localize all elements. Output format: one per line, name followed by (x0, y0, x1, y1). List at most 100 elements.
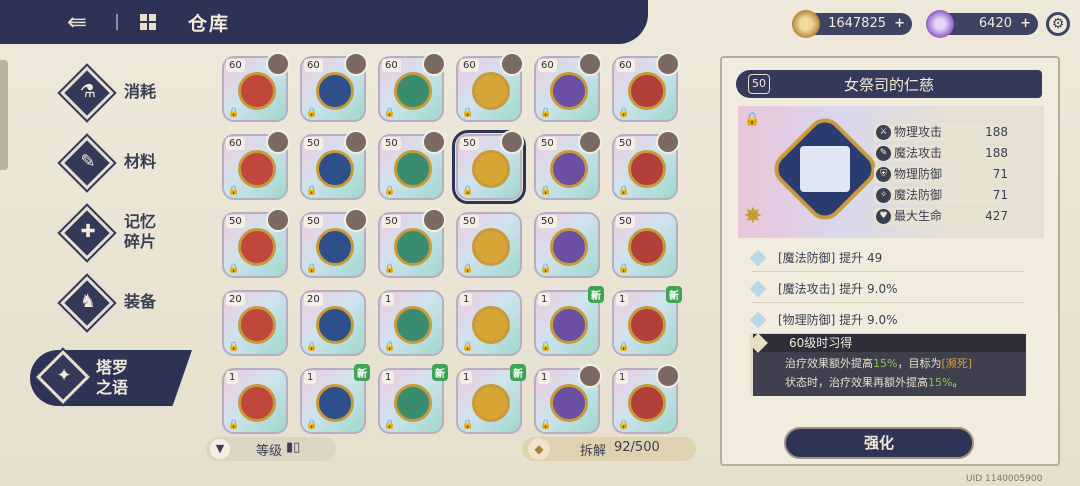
back-arrow-icon[interactable]: ⇚ (60, 8, 94, 36)
stat-icon: ♥ (876, 209, 891, 224)
lock-icon: 🔒 (618, 342, 630, 352)
tarot-card[interactable]: 1 新 🔒 (456, 364, 526, 434)
tarot-card[interactable]: 1 🔒 (456, 290, 522, 356)
uid-label: UID 1140005900 (966, 474, 1043, 484)
stat-name: 魔法防御 (894, 188, 943, 202)
card-level: 1 (538, 293, 551, 306)
card-level: 1 (382, 371, 395, 384)
lock-icon: 🔒 (228, 342, 240, 352)
level-sort-button[interactable]: ▼ 等级 ▮▯ (206, 437, 336, 461)
effect-row: [物理防御] 提升 9.0% (749, 306, 1024, 334)
item-name: 女祭司的仁慈 (843, 76, 934, 94)
character-avatar (578, 52, 602, 76)
add-gem-button[interactable]: + (1020, 13, 1031, 35)
tarot-card[interactable]: 1 新 🔒 (378, 364, 448, 434)
character-avatar (266, 208, 290, 232)
stat-name: 物理防御 (894, 167, 943, 181)
tarot-card[interactable]: 50 🔒 (300, 130, 368, 200)
new-badge: 新 (354, 364, 370, 381)
tarot-card[interactable]: 60 🔒 (222, 52, 290, 122)
effect-text: [魔法攻击] 提升 9.0% (778, 282, 898, 296)
card-level: 50 (226, 215, 245, 228)
tarot-card[interactable]: 50 🔒 (222, 208, 290, 278)
character-avatar (656, 52, 680, 76)
enhance-button[interactable]: 强化 (784, 427, 974, 459)
puzzle-icon: ✚ (80, 221, 96, 242)
lock-icon: 🔒 (540, 420, 552, 430)
lock-icon: 🔒 (462, 342, 474, 352)
tarot-emblem-icon (238, 384, 276, 422)
skill-box: 60级时习得 治疗效果额外提高15%，目标为[濒死] 状态时，治疗效果再额外提高… (748, 333, 1026, 396)
tarot-emblem-icon (316, 150, 354, 188)
card-level: 1 (616, 371, 629, 384)
sidebar-item-tarot[interactable]: ✦ 塔罗 之语 (30, 350, 195, 406)
new-badge: 新 (666, 286, 682, 303)
tarot-card[interactable]: 1 新 🔒 (534, 286, 604, 356)
lock-icon: 🔒 (540, 108, 552, 118)
stat-row: ✎ 魔法攻击 188 (874, 145, 1008, 162)
dismantle-button[interactable]: ◆ 拆解 92/500 (522, 437, 696, 461)
effect-diamond-icon (749, 280, 767, 298)
sidebar-item-label: 装备 (124, 292, 157, 311)
tarot-card[interactable]: 1 🔒 (378, 290, 444, 356)
tarot-card[interactable]: 1 🔒 (612, 364, 680, 434)
tarot-card[interactable]: 20 🔒 (222, 290, 288, 356)
tarot-card[interactable]: 50 🔒 (534, 212, 600, 278)
item-detail-panel: 50 女祭司的仁慈 🔒 ✸ ⚔ 物理攻击 188 ✎ 魔法攻击 188 ⛨ 物理防御 71 ✧ 魔法… (720, 56, 1060, 466)
card-level: 50 (460, 137, 479, 150)
tarot-emblem-icon (238, 72, 276, 110)
tarot-card[interactable]: 60 🔒 (222, 130, 290, 200)
tarot-card[interactable]: 60 🔒 (378, 52, 446, 122)
tarot-emblem-icon (394, 228, 432, 266)
lock-icon[interactable]: 🔒 (744, 112, 760, 127)
tarot-emblem-icon (238, 228, 276, 266)
skill-title: 60级时习得 (753, 334, 1026, 352)
tarot-card[interactable]: 60 🔒 (456, 52, 524, 122)
add-gold-button[interactable]: + (894, 13, 905, 35)
sidebar-item-equipment[interactable]: ♞ 装备 (58, 276, 208, 330)
tarot-card[interactable]: 60 🔒 (612, 52, 680, 122)
tarot-card[interactable]: 50 🔒 (378, 208, 446, 278)
tarot-card[interactable]: 20 🔒 (300, 290, 366, 356)
lock-icon: 🔒 (462, 108, 474, 118)
tarot-card[interactable]: 50 🔒 (300, 208, 368, 278)
tarot-card[interactable]: 50 🔒 (452, 130, 526, 204)
settings-gear-icon[interactable]: ⚙ (1046, 12, 1070, 36)
item-header: 50 女祭司的仁慈 (736, 70, 1042, 98)
potion-icon: ⚗ (79, 81, 97, 102)
tarot-card[interactable]: 1 🔒 (222, 368, 288, 434)
card-level: 1 (304, 371, 317, 384)
tarot-card[interactable]: 60 🔒 (300, 52, 368, 122)
tarot-card[interactable]: 50 🔒 (534, 130, 602, 200)
sidebar-item-memory-fragments[interactable]: ✚ 记忆 碎片 (58, 206, 208, 260)
stat-name: 物理攻击 (894, 125, 943, 139)
tarot-card[interactable]: 1 新 🔒 (612, 286, 682, 356)
tarot-card[interactable]: 50 🔒 (456, 212, 522, 278)
lock-icon: 🔒 (462, 420, 474, 430)
sidebar-item-label: 材料 (124, 152, 157, 171)
tarot-card[interactable]: 1 🔒 (534, 364, 602, 434)
lock-icon: 🔒 (540, 186, 552, 196)
sidebar-item-label: 之语 (96, 378, 129, 397)
lock-icon: 🔒 (618, 186, 630, 196)
stat-row: ⛨ 物理防御 71 (874, 166, 1008, 183)
sidebar-item-materials[interactable]: ✎ 材料 (58, 136, 208, 190)
character-avatar (422, 130, 446, 154)
sidebar-scrollbar[interactable] (0, 60, 8, 170)
tarot-emblem-icon (238, 150, 276, 188)
tarot-card[interactable]: 1 新 🔒 (300, 364, 370, 434)
grid-icon (140, 14, 156, 30)
lock-icon: 🔒 (306, 420, 318, 430)
sidebar-item-consumables[interactable]: ⚗ 消耗 (58, 66, 208, 120)
gold-currency: 1647825 + (792, 10, 912, 38)
card-level: 1 (538, 371, 551, 384)
card-level: 60 (226, 137, 245, 150)
card-level: 50 (304, 215, 323, 228)
tarot-card[interactable]: 50 🔒 (612, 130, 680, 200)
tarot-emblem-icon (628, 150, 666, 188)
tarot-card[interactable]: 50 🔒 (378, 130, 446, 200)
card-level: 20 (304, 293, 323, 306)
lock-icon: 🔒 (384, 264, 396, 274)
tarot-card[interactable]: 50 🔒 (612, 212, 678, 278)
tarot-card[interactable]: 60 🔒 (534, 52, 602, 122)
